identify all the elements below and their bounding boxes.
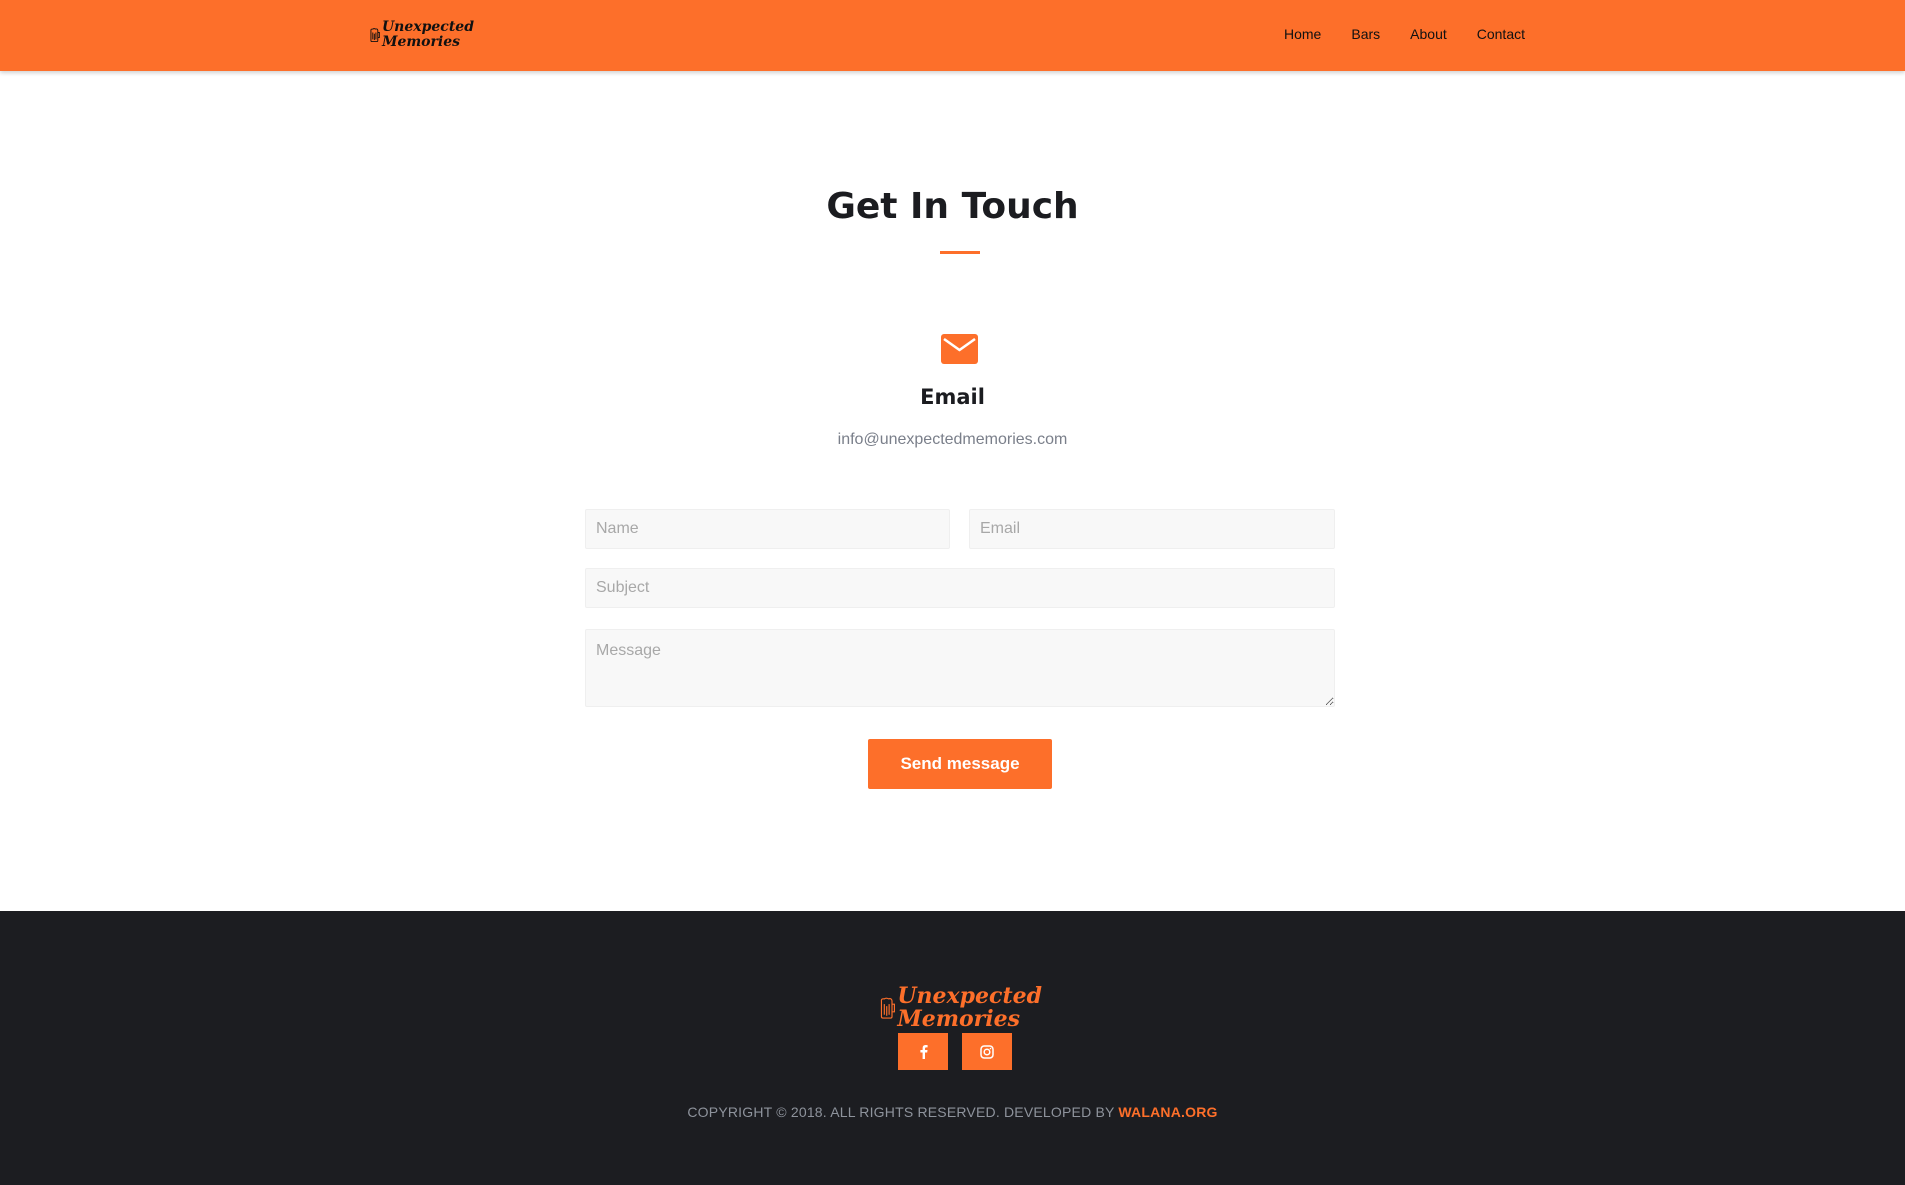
header-logo[interactable]: Unexpected Memories (370, 10, 474, 60)
footer-logo-line-2: Memories (897, 1006, 1021, 1032)
beer-mug-icon (880, 997, 895, 1019)
copyright-notice: COPYRIGHT © 2018. ALL RIGHTS RESERVED. D… (0, 1104, 1905, 1120)
email-address[interactable]: info@unexpectedmemories.com (0, 431, 1905, 449)
site-header: Unexpected Memories Home Bars About Cont… (0, 0, 1905, 71)
nav-bars[interactable]: Bars (1351, 26, 1380, 42)
name-input[interactable] (585, 509, 950, 549)
envelope-icon (941, 334, 978, 364)
logo-line-1: Unexpected (381, 19, 474, 36)
email-heading: Email (920, 385, 985, 409)
message-textarea[interactable] (585, 629, 1335, 707)
email-input[interactable] (969, 509, 1335, 549)
main-nav: Home Bars About Contact (1284, 0, 1525, 68)
subject-input[interactable] (585, 568, 1335, 608)
footer-logo-line-1: Unexpected (897, 982, 1042, 1009)
footer-logo-wordmark: Unexpected Memories (897, 982, 1042, 1032)
instagram-button[interactable] (962, 1033, 1012, 1070)
page-title: Get In Touch (826, 186, 1079, 227)
nav-home[interactable]: Home (1284, 26, 1321, 42)
logo-wordmark: Unexpected Memories (382, 20, 474, 49)
beer-mug-icon (370, 28, 380, 43)
title-underline (940, 251, 980, 254)
site-footer: Unexpected Memories COPYRIGHT © 2018. AL… (0, 911, 1905, 1185)
send-message-button[interactable]: Send message (868, 739, 1052, 789)
facebook-button[interactable] (898, 1033, 948, 1070)
copyright-text: COPYRIGHT © 2018. ALL RIGHTS RESERVED. D… (687, 1104, 1115, 1120)
nav-about[interactable]: About (1410, 26, 1447, 42)
developer-link[interactable]: WALANA.ORG (1118, 1104, 1217, 1120)
nav-contact[interactable]: Contact (1477, 26, 1525, 42)
logo-line-2: Memories (381, 34, 461, 50)
instagram-icon (980, 1044, 994, 1059)
facebook-icon (919, 1045, 928, 1059)
